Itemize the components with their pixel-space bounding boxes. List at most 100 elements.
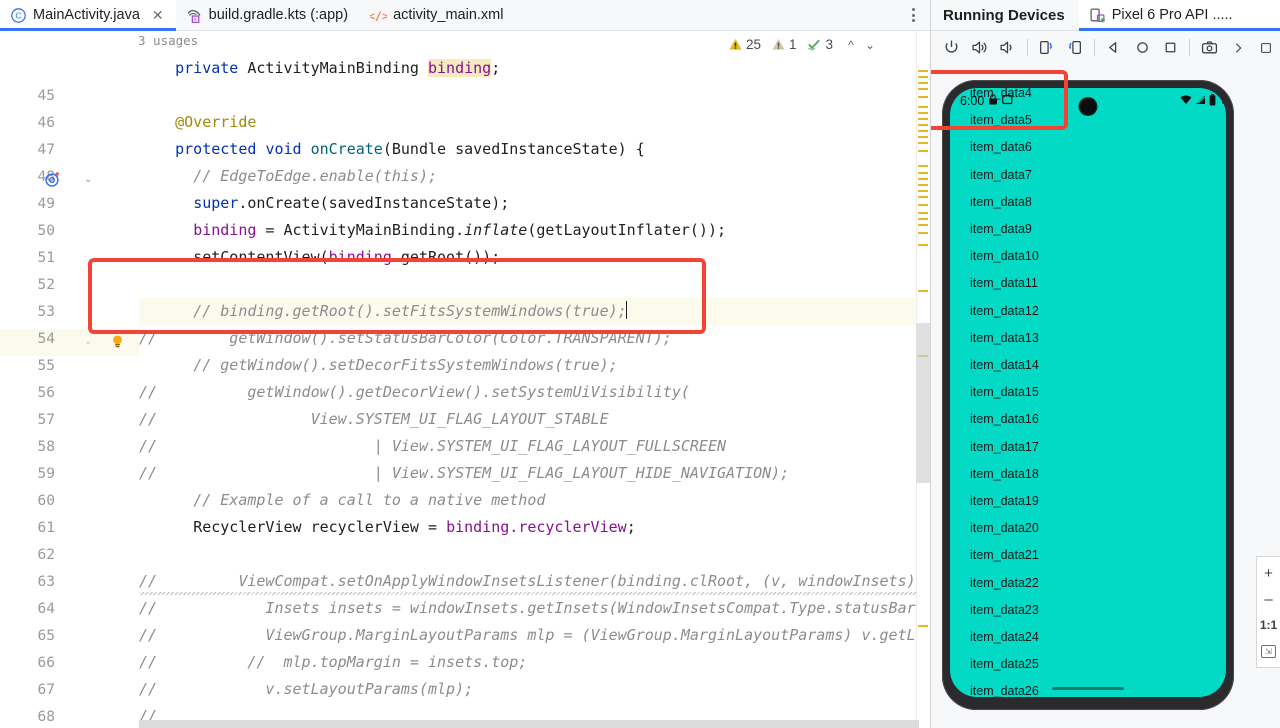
list-item[interactable]: item_data21 — [970, 548, 1039, 562]
line-number[interactable]: 62 — [15, 547, 55, 563]
tab-mainactivity-java[interactable]: C MainActivity.java ✕ — [0, 0, 176, 31]
editor-horizontal-scrollbar-thumb[interactable] — [139, 720, 919, 728]
warning-marker[interactable] — [918, 355, 928, 357]
code-editor-text-area[interactable]: private ActivityMainBinding binding; @Ov… — [139, 31, 930, 728]
warning-marker[interactable] — [918, 165, 928, 167]
warning-marker[interactable] — [918, 196, 928, 198]
code-line[interactable]: private ActivityMainBinding binding; — [139, 55, 500, 82]
warning-marker[interactable] — [918, 70, 928, 72]
zoom-in-button[interactable]: + — [1258, 561, 1280, 585]
warning-marker[interactable] — [918, 88, 928, 90]
code-line[interactable]: ViewGroup.MarginLayoutParams mlp = (View… — [139, 622, 930, 649]
list-item[interactable]: item_data9 — [970, 222, 1032, 236]
line-number[interactable]: 61 — [15, 520, 55, 536]
zoom-out-button[interactable]: – — [1258, 587, 1280, 611]
warning-marker[interactable] — [918, 130, 928, 132]
line-number[interactable]: 66 — [15, 655, 55, 671]
zoom-to-fit-button[interactable]: ⇲ — [1258, 639, 1280, 663]
device-screen[interactable]: item_data4 item_data5 item_data6 item_data7… — [950, 88, 1226, 697]
line-number[interactable]: 67 — [15, 682, 55, 698]
code-line[interactable]: ViewCompat.setOnApplyWindowInsetsListene… — [139, 568, 930, 595]
rotate-left-button[interactable] — [1033, 33, 1061, 62]
list-item[interactable]: item_data15 — [970, 385, 1039, 399]
list-item[interactable]: item_data6 — [970, 140, 1032, 154]
warning-marker[interactable] — [918, 190, 928, 192]
line-number[interactable]: 54 — [15, 331, 55, 347]
line-number[interactable]: 60 — [15, 493, 55, 509]
rotate-right-button[interactable] — [1061, 33, 1089, 62]
warning-marker[interactable] — [918, 244, 928, 246]
warning-marker[interactable] — [918, 96, 928, 98]
line-number[interactable]: 51 — [15, 250, 55, 266]
line-number[interactable]: 52 — [15, 277, 55, 293]
code-line[interactable]: protected void onCreate(Bundle savedInst… — [139, 136, 645, 163]
code-line[interactable]: v.setLayoutParams(mlp); — [139, 676, 473, 703]
code-line[interactable]: // getWindow().setDecorFitsSystemWindows… — [139, 352, 617, 379]
intention-bulb-icon[interactable] — [109, 333, 126, 355]
volume-down-button[interactable] — [993, 33, 1021, 62]
warning-marker[interactable] — [918, 184, 928, 186]
line-number[interactable]: 65 — [15, 628, 55, 644]
warning-marker[interactable] — [918, 150, 928, 152]
editor-vertical-scrollbar-thumb[interactable] — [916, 323, 930, 483]
list-item[interactable]: item_data14 — [970, 358, 1039, 372]
code-line[interactable]: // binding.getRoot().setFitsSystemWindow… — [139, 298, 627, 325]
actual-size-button[interactable]: 1:1 — [1258, 613, 1280, 637]
fold-arrow-icon[interactable]: ⌄ — [84, 174, 92, 185]
list-item[interactable]: item_data8 — [970, 195, 1032, 209]
code-line[interactable]: View.SYSTEM_UI_FLAG_LAYOUT_STABLE — [139, 406, 609, 433]
warning-marker[interactable] — [918, 204, 928, 206]
list-item[interactable]: item_data13 — [970, 331, 1039, 345]
warning-marker[interactable] — [918, 172, 928, 174]
code-line[interactable]: RecyclerView recyclerView = binding.recy… — [139, 514, 636, 541]
device-tab-pixel-6-pro[interactable]: Pixel 6 Pro API ..... — [1078, 0, 1280, 31]
list-item[interactable]: item_data7 — [970, 168, 1032, 182]
more-actions-button[interactable] — [1224, 33, 1252, 62]
gesture-nav-pill[interactable] — [1052, 687, 1124, 690]
home-button[interactable] — [1128, 33, 1156, 62]
recycler-view-list[interactable]: item_data4 item_data5 item_data6 item_data7… — [950, 88, 1226, 697]
line-number[interactable]: 46 — [15, 115, 55, 131]
line-number[interactable]: 55 — [15, 358, 55, 374]
warning-marker[interactable] — [918, 112, 928, 114]
list-item[interactable]: item_data5 — [970, 113, 1032, 127]
warning-marker[interactable] — [918, 136, 928, 138]
tab-build-gradle-kts[interactable]: k build.gradle.kts (:app) — [176, 0, 360, 30]
warning-marker[interactable] — [918, 625, 928, 627]
list-item[interactable]: item_data26 — [970, 684, 1039, 697]
editor-gutter[interactable]: 45 46 47 48 49 50 51 52 53 54 55 56 57 58 59 60 61 62 63 64… — [0, 31, 139, 728]
line-number[interactable]: 63 — [15, 574, 55, 590]
line-number[interactable]: 53 — [15, 304, 55, 320]
more-tabs-icon[interactable] — [896, 0, 930, 30]
warning-marker[interactable] — [918, 290, 928, 292]
overflow-button[interactable] — [1252, 33, 1280, 62]
run-method-icon[interactable] — [44, 171, 61, 193]
warning-marker[interactable] — [918, 218, 928, 220]
code-line[interactable]: getWindow().setStatusBarColor(Color.TRAN… — [139, 325, 672, 352]
power-button[interactable] — [937, 33, 965, 62]
list-item[interactable]: item_data16 — [970, 412, 1039, 426]
code-line[interactable]: binding = ActivityMainBinding.inflate(ge… — [139, 217, 726, 244]
list-item[interactable]: item_data20 — [970, 521, 1039, 535]
code-line[interactable]: @Override — [139, 109, 256, 136]
line-number[interactable]: 47 — [15, 142, 55, 158]
code-line[interactable]: // Example of a call to a native method — [139, 487, 545, 514]
tab-activity-main-xml[interactable]: </> activity_main.xml — [360, 0, 515, 30]
line-number[interactable]: 59 — [15, 466, 55, 482]
list-item[interactable]: item_data19 — [970, 494, 1039, 508]
list-item[interactable]: item_data10 — [970, 249, 1039, 263]
line-number[interactable]: 56 — [15, 385, 55, 401]
warning-marker[interactable] — [918, 82, 928, 84]
list-item[interactable]: item_data25 — [970, 657, 1039, 671]
warning-marker[interactable] — [918, 224, 928, 226]
warning-marker[interactable] — [918, 232, 928, 234]
overview-button[interactable] — [1156, 33, 1184, 62]
line-number[interactable]: 49 — [15, 196, 55, 212]
line-number[interactable]: 50 — [15, 223, 55, 239]
warning-marker[interactable] — [918, 124, 928, 126]
volume-up-button[interactable] — [965, 33, 993, 62]
warning-marker[interactable] — [918, 178, 928, 180]
list-item[interactable]: item_data22 — [970, 576, 1039, 590]
fold-arrow-icon[interactable]: ⌄ — [84, 336, 92, 347]
warning-marker[interactable] — [918, 212, 928, 214]
